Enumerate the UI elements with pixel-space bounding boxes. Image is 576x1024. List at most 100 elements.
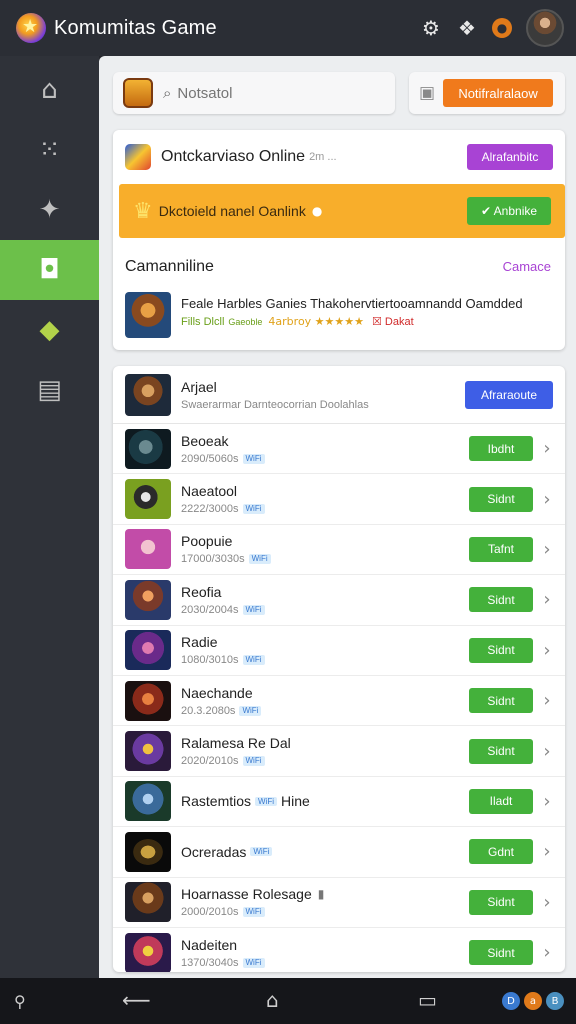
list-item-name-line: Poopuie	[181, 533, 271, 549]
featured-banner[interactable]: ♛ Dkctoield nanel Oanlink ● ✔ Anbnike	[119, 184, 565, 238]
recents-icon[interactable]: ▭	[418, 988, 437, 1012]
game-app-icon	[125, 144, 151, 170]
list-item[interactable]: Nadeiten 1370/3040s WiFi Sidnt ›	[113, 928, 565, 972]
main-panel: ⌕ ▣ Notifralralaow Ontckarviaso Online 2…	[99, 56, 576, 978]
list-item-size: 2090/5060s	[181, 452, 239, 465]
list-item-name: Ocreradas	[181, 843, 247, 860]
sidebar-item-game[interactable]: ◆	[0, 300, 99, 360]
sidebar-item-home[interactable]: ⌂	[0, 60, 99, 120]
wifi-tag: WiFi	[242, 504, 265, 515]
list-item-size: 1370/3040s	[181, 956, 239, 969]
section-link[interactable]: Camace	[503, 259, 551, 274]
list-item-button[interactable]: Sidnt	[469, 889, 533, 915]
list-item-button[interactable]: Sidnt	[469, 587, 533, 613]
list-item-meta: 2090/5060s WiFi	[181, 453, 265, 465]
wifi-tag: WiFi	[239, 705, 262, 716]
search-bar[interactable]: ⌕	[113, 72, 395, 114]
list-item-size: 2030/2004s	[181, 603, 239, 616]
list-item-name-line: Naechande	[181, 685, 261, 701]
list-header[interactable]: Arjael Swaerarmar Darnteocorrian Doolahl…	[113, 366, 565, 424]
game-thumbnail	[125, 579, 171, 620]
chevron-right-icon[interactable]: ›	[533, 489, 561, 510]
notification-button[interactable]: Notifralralaow	[443, 79, 554, 107]
featured-action-button[interactable]: Alrafanbitc	[467, 144, 553, 170]
lock-icon: ▮	[317, 887, 325, 902]
list-item-button[interactable]: Sidnt	[469, 738, 533, 764]
list-item-name: Naeatool	[181, 483, 238, 500]
list-item-button[interactable]: Sidnt	[469, 486, 533, 512]
list-item-button[interactable]: Ibdht	[469, 436, 533, 462]
chevron-right-icon[interactable]: ›	[533, 942, 561, 963]
list-item-button[interactable]: Sidnt	[469, 688, 533, 714]
featured-item-badge: ☒ Dakat	[372, 316, 414, 328]
list-item-button[interactable]: Iladt	[469, 788, 533, 814]
featured-item-title: Feale Harbles Ganies Thakohervtiertooamn…	[181, 296, 523, 311]
list-header-button[interactable]: Afraraoute	[465, 380, 553, 409]
sidebar-item-storage[interactable]: ▤	[0, 360, 99, 420]
list-item-text: Beoeak 2090/5060s WiFi	[181, 433, 265, 465]
list-item-text: Hoarnasse Rolesage ▮ 2000/2010s WiFi	[181, 886, 324, 918]
chevron-right-icon[interactable]: ›	[533, 539, 561, 560]
status-icon-b: B	[546, 992, 564, 1010]
featured-card: Ontckarviaso Online 2m ... Alrafanbitc ♛…	[113, 130, 565, 350]
home-nav-icon[interactable]: ⌂	[266, 988, 279, 1012]
list-item[interactable]: Naechande 20.3.2080s WiFi Sidnt ›	[113, 676, 565, 727]
gear-icon[interactable]: ⚙	[420, 16, 442, 40]
featured-item-thumbnail	[125, 292, 171, 338]
list-item-button[interactable]: Sidnt	[469, 637, 533, 663]
list-item[interactable]: Reofia 2030/2004s WiFi Sidnt ›	[113, 575, 565, 626]
notification-icon[interactable]: ●	[492, 18, 512, 38]
list-item-text: Poopuie 17000/3030s WiFi	[181, 533, 271, 565]
back-icon[interactable]: ⟵	[122, 988, 151, 1012]
sidebar-item-apps[interactable]: ⁙	[0, 120, 99, 180]
list-item[interactable]: OcreradasWiFiWiFi Gdnt›	[113, 827, 565, 878]
chevron-right-icon[interactable]: ›	[533, 589, 561, 610]
list-item-name: Radie	[181, 634, 218, 651]
search-input[interactable]	[177, 84, 378, 102]
list-item-text: Ralamesa Re Dal 2020/2010s WiFi	[181, 735, 291, 767]
chevron-right-icon[interactable]: ›	[533, 438, 561, 459]
game-thumbnail	[125, 882, 171, 923]
featured-item-badge-label: Dakat	[384, 316, 414, 328]
chevron-right-icon[interactable]: ›	[533, 741, 561, 762]
banner-button[interactable]: ✔ Anbnike	[467, 197, 551, 225]
list-item-meta: 2000/2010s WiFi	[181, 906, 324, 918]
list-item[interactable]: Radie 1080/3010s WiFi Sidnt ›	[113, 626, 565, 676]
list-item-button[interactable]: Tafnt	[469, 536, 533, 562]
list-item[interactable]: Beoeak 2090/5060s WiFi Ibdht ›	[113, 424, 565, 475]
sidebar-item-pin[interactable]: ✦	[0, 180, 99, 240]
list-item[interactable]: Naeatool 2222/3000s WiFi Sidnt ›	[113, 474, 565, 525]
chevron-right-icon[interactable]: ›	[533, 892, 561, 913]
list-item[interactable]: Poopuie 17000/3030s WiFi Tafnt ›	[113, 525, 565, 576]
game-thumbnail	[125, 680, 171, 721]
list-item-button[interactable]: Sidnt	[469, 940, 533, 966]
featured-item[interactable]: Feale Harbles Ganies Thakohervtiertooamn…	[125, 292, 555, 342]
list-item[interactable]: Hoarnasse Rolesage ▮ 2000/2010s WiFi Sidnt ›	[113, 878, 565, 928]
location-icon[interactable]: ⚲	[14, 992, 26, 1011]
chevron-right-icon[interactable]: ›	[533, 640, 561, 661]
cards-icon[interactable]: ❖	[456, 16, 478, 40]
game-thumbnail	[125, 781, 171, 822]
game-thumbnail	[125, 529, 171, 570]
list-header-text: Arjael Swaerarmar Darnteocorrian Doolahl…	[181, 379, 369, 411]
sidebar-item-community[interactable]: ◘	[0, 240, 99, 300]
chevron-right-icon[interactable]: ›	[533, 690, 561, 711]
list-item-name-line: Rastemtios WiFi Hine	[181, 793, 310, 809]
avatar[interactable]	[526, 9, 564, 47]
chevron-right-icon[interactable]: ›	[533, 841, 561, 862]
list-item-text: Radie 1080/3010s WiFi	[181, 634, 265, 666]
list-item-size: 20.3.2080s	[181, 704, 236, 717]
featured-item-meta: Fills Dlcll Gaeoble 4arbroy ★★★★★ ☒ Daka…	[181, 315, 523, 328]
bottom-nav-bar: ⚲ ⟵ ⌂ ▭ D a B	[0, 978, 576, 1024]
list-item-name-line: Radie	[181, 634, 265, 650]
section-title: Camanniline	[125, 258, 214, 275]
chevron-right-icon[interactable]: ›	[533, 791, 561, 812]
top-icons: ⚙ ❖ ●	[420, 9, 564, 47]
list-item-button[interactable]: Gdnt	[469, 839, 533, 865]
list-item[interactable]: Rastemtios WiFi Hine Iladt ›	[113, 777, 565, 828]
list-item[interactable]: Ralamesa Re Dal 2020/2010s WiFi Sidnt ›	[113, 726, 565, 777]
list-item-size: 17000/3030s	[181, 553, 245, 566]
list-item-name-line: Beoeak	[181, 433, 265, 449]
list-item-meta: 20.3.2080s WiFi	[181, 704, 262, 717]
list-item-size: 1080/3010s	[181, 654, 239, 667]
